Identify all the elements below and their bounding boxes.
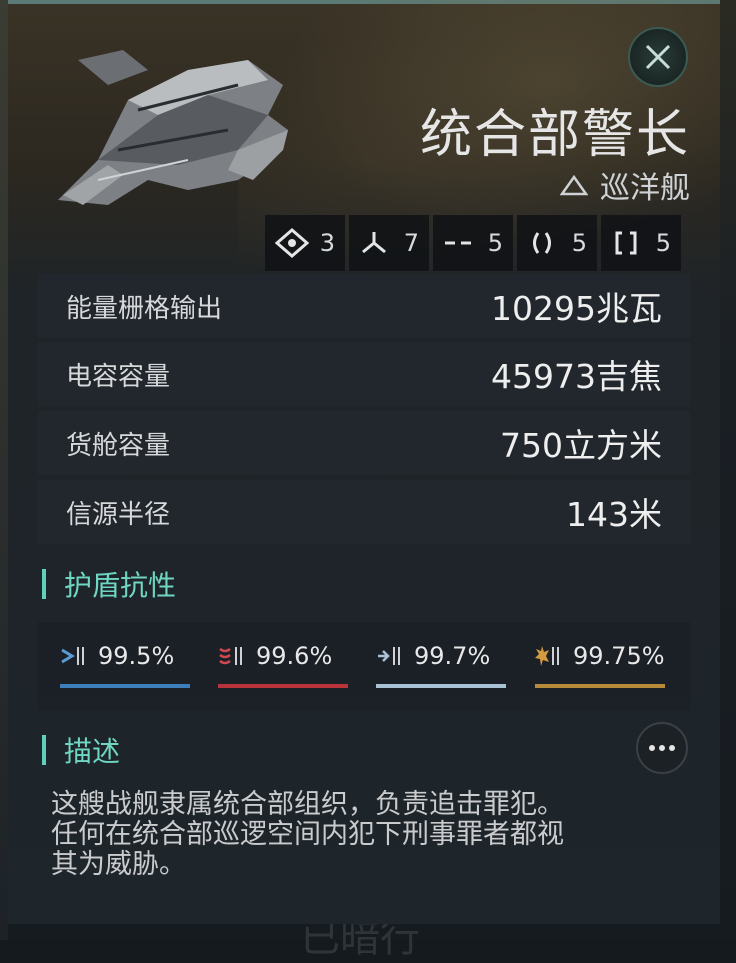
description-line: 其为威胁。 <box>51 849 186 880</box>
close-icon <box>645 44 671 70</box>
resist-em: 99.5% <box>60 642 190 688</box>
turret-icon <box>362 232 386 254</box>
description-text: 这艘战舰隶属统合部组织，负责追击罪犯。 任何在统合部巡逻空间内犯下刑事罪者都视 … <box>51 790 671 880</box>
ship-class-label: 巡洋舰 <box>600 171 690 206</box>
ship-class: 巡洋舰 <box>560 163 690 207</box>
shield-resist-header: 护盾抗性 <box>42 564 176 604</box>
stat-label: 货舱容量 <box>66 430 171 461</box>
stat-label: 信源半径 <box>66 499 171 530</box>
resist-explosive: 99.75% <box>535 642 665 688</box>
background-edge <box>0 0 8 940</box>
thermal-resist-icon <box>219 647 242 665</box>
high-slot-icon <box>615 231 637 255</box>
stat-row: 货舱容量 750立方米 <box>38 411 690 475</box>
description-title: 描述 <box>64 735 121 768</box>
ship-image <box>58 50 288 205</box>
stat-label: 能量栅格输出 <box>66 293 223 324</box>
slot-mid-value: 5 <box>571 229 587 257</box>
description-line: 任何在统合部巡逻空间内犯下刑事罪者都视 <box>51 819 564 850</box>
stat-value: 750立方米 <box>500 426 662 465</box>
resist-kinetic: 99.7% <box>376 642 506 688</box>
more-dot-icon <box>669 745 675 751</box>
stat-row: 电容容量 45973吉焦 <box>38 342 690 406</box>
slot-turrets: 7 <box>349 215 429 271</box>
slot-turrets-value: 7 <box>403 229 419 257</box>
slot-mid: 5 <box>517 215 597 271</box>
shield-resist-title: 护盾抗性 <box>64 569 177 602</box>
slot-low: 5 <box>433 215 513 271</box>
slot-high: 5 <box>601 215 681 271</box>
drone-icon <box>275 228 309 258</box>
description-header: 描述 <box>42 730 120 770</box>
stat-value: 45973吉焦 <box>491 357 662 396</box>
section-accent-bar <box>42 569 46 599</box>
resist-thermal-value: 99.6% <box>256 642 333 670</box>
slot-summary: 3 7 5 5 5 <box>265 215 681 271</box>
section-accent-bar <box>42 735 46 765</box>
close-button[interactable] <box>628 27 688 87</box>
resist-kinetic-bar <box>376 684 506 688</box>
more-options-button[interactable] <box>636 722 688 774</box>
shield-resist-box: 99.5% 99.6% 99.7% 99.75% <box>38 622 690 710</box>
slot-drones: 3 <box>265 215 345 271</box>
ship-info-panel: 统合部警长 巡洋舰 3 7 5 5 5 能量栅格输出 10295兆瓦 电容容量 … <box>8 0 720 924</box>
stat-value: 10295兆瓦 <box>491 289 662 328</box>
ship-name: 统合部警长 <box>419 105 690 165</box>
explosive-resist-icon <box>535 646 559 666</box>
kinetic-resist-icon <box>378 647 400 665</box>
more-dot-icon <box>659 745 665 751</box>
stat-row: 信源半径 143米 <box>38 480 690 544</box>
resist-kinetic-value: 99.7% <box>414 642 491 670</box>
resist-explosive-bar <box>535 684 665 688</box>
resist-thermal: 99.6% <box>218 642 348 688</box>
hull-class-icon <box>560 174 588 196</box>
slot-low-value: 5 <box>487 229 503 257</box>
em-resist-icon <box>61 647 84 665</box>
resist-thermal-bar <box>218 684 348 688</box>
mid-slot-icon <box>533 232 551 254</box>
description-line: 这艘战舰隶属统合部组织，负责追击罪犯。 <box>51 789 564 820</box>
low-slot-icon <box>445 241 471 245</box>
slot-drones-value: 3 <box>319 229 335 257</box>
slot-high-value: 5 <box>655 229 671 257</box>
resist-em-bar <box>60 684 190 688</box>
more-dot-icon <box>649 745 655 751</box>
stat-row: 能量栅格输出 10295兆瓦 <box>38 274 690 338</box>
resist-explosive-value: 99.75% <box>573 642 665 670</box>
stat-label: 电容容量 <box>66 361 171 392</box>
resist-em-value: 99.5% <box>98 642 175 670</box>
stat-value: 143米 <box>566 495 662 534</box>
